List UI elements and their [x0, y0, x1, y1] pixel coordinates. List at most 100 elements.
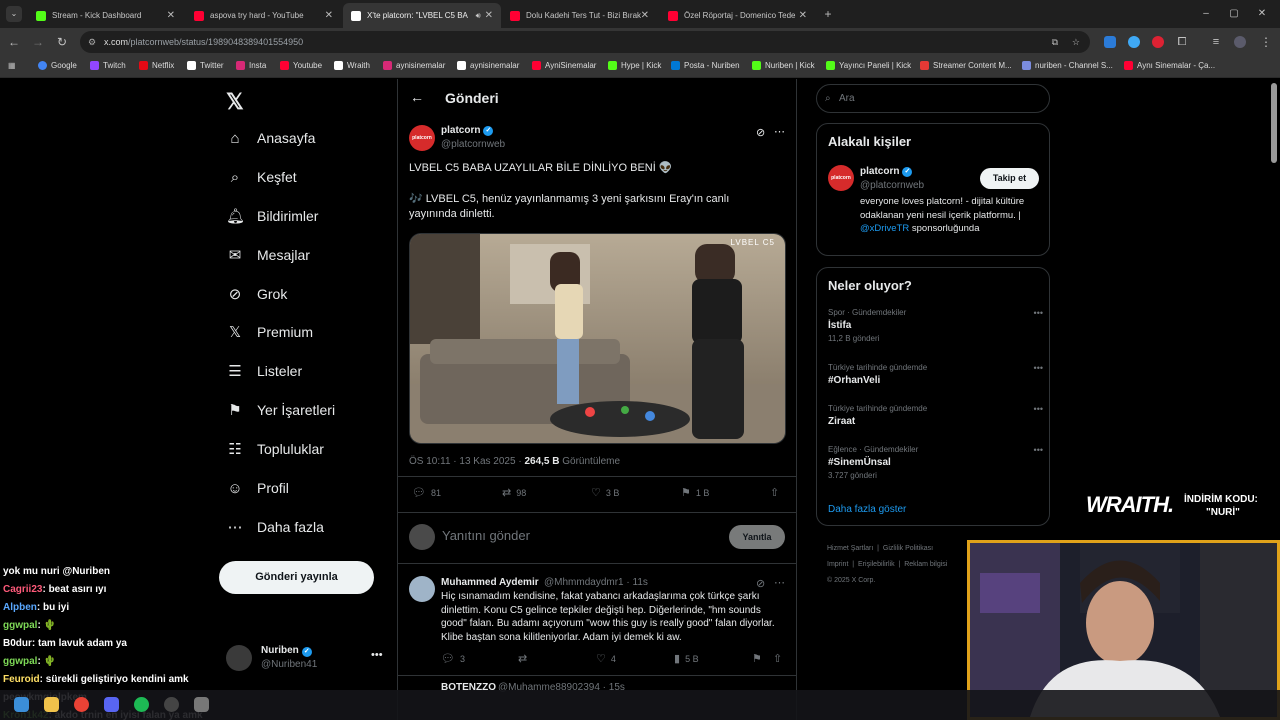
bookmark[interactable]: Twitter	[187, 61, 224, 70]
apps-grid-icon[interactable]: ▦	[8, 61, 16, 70]
extension-icon[interactable]	[1152, 36, 1164, 48]
views-action[interactable]: ▮ 5 B	[674, 652, 699, 665]
bookmark[interactable]: Aynı Sinemalar - Ça...	[1124, 61, 1215, 70]
trend-item[interactable]: Eğlence · Gündemdekiler #SinemÜnsal 3.72…	[828, 445, 1043, 480]
tab-search-button[interactable]: ⌄	[6, 6, 22, 22]
file-explorer-icon[interactable]	[44, 697, 59, 712]
browser-tab[interactable]: Özel Röportaj - Domenico Tede ✕	[660, 3, 815, 28]
bookmark[interactable]: Streamer Content M...	[920, 61, 1012, 70]
nav-item-9[interactable]: ☺ Profil	[226, 474, 289, 502]
repost-action[interactable]: ⇄	[518, 652, 532, 665]
share-action[interactable]: ⇧	[770, 486, 784, 499]
spotify-icon[interactable]	[134, 697, 149, 712]
bookmark[interactable]: Google	[38, 61, 77, 70]
app-icon[interactable]	[194, 697, 209, 712]
person-handle[interactable]: @platcornweb	[860, 180, 924, 191]
footer-link[interactable]: Reklam bilgisi	[904, 561, 947, 568]
extension-icon[interactable]	[1104, 36, 1116, 48]
nav-item-0[interactable]: ⌂ Anasayfa	[226, 124, 315, 152]
bookmark[interactable]: Yayıncı Paneli | Kick	[826, 61, 911, 70]
nav-item-6[interactable]: ☰ Listeler	[226, 357, 302, 385]
bookmark[interactable]: aynisinemalar	[383, 61, 445, 70]
nav-item-2[interactable]: 🔔︎ Bildirimler	[226, 202, 318, 230]
like-action[interactable]: ♡ 3 B	[591, 486, 619, 499]
more-icon[interactable]: •••	[1034, 363, 1043, 373]
trend-item[interactable]: Spor · Gündemdekiler İstifa 11,2 B gönde…	[828, 308, 1043, 343]
more-icon[interactable]: •••	[1034, 404, 1043, 414]
footer-link[interactable]: Erişilebilirlik	[858, 561, 895, 568]
bookmark[interactable]: Nuriben | Kick	[752, 61, 815, 70]
post-video[interactable]: LVBEL C5	[409, 233, 786, 444]
reply-action[interactable]: 💬︎ 3	[441, 652, 465, 665]
chrome-icon[interactable]	[74, 697, 89, 712]
browser-tab[interactable]: Dolu Kadehi Ters Tut - Bizi Bıraki ✕	[502, 3, 657, 28]
follow-button[interactable]: Takip et	[980, 168, 1039, 189]
more-icon[interactable]: ⋯	[774, 576, 785, 589]
more-icon[interactable]: •••	[1034, 308, 1043, 318]
reply-author-avatar[interactable]	[409, 576, 435, 602]
scrollbar-thumb[interactable]	[1271, 83, 1277, 163]
bookmark[interactable]: Hype | Kick	[608, 61, 661, 70]
share-action[interactable]: ⇧	[773, 652, 787, 665]
bookmark[interactable]: aynisinemalar	[457, 61, 519, 70]
reply-author-handle[interactable]: @Mhmmdaydmr1 · 11s	[544, 577, 648, 588]
minimize-icon[interactable]: –	[1198, 6, 1214, 22]
author-avatar[interactable]: platcorn	[409, 125, 435, 151]
grok-icon[interactable]: ⊘	[756, 126, 765, 139]
close-tab-icon[interactable]: ✕	[485, 10, 493, 21]
more-icon[interactable]: ⋯	[774, 125, 785, 138]
chrome-menu-icon[interactable]: ⋮	[1258, 34, 1274, 50]
person-avatar[interactable]: platcorn	[828, 165, 854, 191]
author-handle[interactable]: @platcornweb	[441, 139, 505, 150]
like-action[interactable]: ♡ 4	[596, 652, 616, 665]
bookmark[interactable]: AyniSinemalar	[532, 61, 596, 70]
forward-icon[interactable]: →	[30, 34, 46, 50]
browser-tab-active[interactable]: X'te platcorn: "LVBEL C5 BA 🔊︎ ✕	[343, 3, 501, 28]
start-icon[interactable]	[14, 697, 29, 712]
extension-icon[interactable]	[1128, 36, 1140, 48]
install-app-icon[interactable]: ⧉	[1052, 31, 1058, 53]
close-tab-icon[interactable]: ✕	[167, 10, 175, 21]
bookmark[interactable]: Twitch	[90, 61, 126, 70]
show-more-link[interactable]: Daha fazla göster	[828, 504, 906, 515]
nav-item-4[interactable]: ⊘ Grok	[226, 280, 288, 308]
discord-icon[interactable]	[104, 697, 119, 712]
close-window-icon[interactable]: ✕	[1254, 6, 1270, 22]
close-tab-icon[interactable]: ✕	[641, 10, 649, 21]
extensions-puzzle-icon[interactable]: ⧠	[1174, 34, 1190, 50]
nav-item-7[interactable]: ⚑ Yer İşaretleri	[226, 396, 335, 424]
trend-item[interactable]: Türkiye tarihinde gündemde Ziraat •••	[828, 404, 1043, 427]
new-tab-button[interactable]: +	[820, 6, 836, 22]
grok-icon[interactable]: ⊘	[756, 577, 765, 590]
reply-button[interactable]: Yanıtla	[729, 525, 785, 549]
reply-action[interactable]: 💬︎ 81	[412, 486, 441, 499]
reload-icon[interactable]: ↻	[54, 34, 70, 50]
close-tab-icon[interactable]: ✕	[799, 10, 807, 21]
x-logo-icon[interactable]: 𝕏	[226, 89, 244, 115]
person-name[interactable]: platcorn ✓	[860, 166, 913, 177]
close-tab-icon[interactable]: ✕	[325, 10, 333, 21]
trend-item[interactable]: Türkiye tarihinde gündemde #OrhanVeli ••…	[828, 363, 1043, 386]
bookmark-action[interactable]: ⚑	[752, 652, 767, 665]
bookmark[interactable]: Youtube	[280, 61, 322, 70]
search-input[interactable]: ⌕ Ara	[816, 84, 1050, 113]
footer-link[interactable]: Gizlilik Politikası	[883, 545, 933, 552]
obs-icon[interactable]	[164, 697, 179, 712]
media-controls-icon[interactable]: ≡	[1208, 34, 1224, 50]
bookmark-action[interactable]: ⚑ 1 B	[681, 486, 709, 499]
bookmark[interactable]: Netflix	[139, 61, 174, 70]
bookmark[interactable]: Insta	[236, 61, 266, 70]
bookmark[interactable]: Wraith	[334, 61, 370, 70]
footer-link[interactable]: Hizmet Şartları	[827, 545, 873, 552]
audio-playing-icon[interactable]: 🔊︎	[476, 11, 481, 21]
bookmark-star-icon[interactable]: ☆	[1072, 31, 1080, 53]
maximize-icon[interactable]: ▢	[1226, 6, 1242, 22]
nav-item-5[interactable]: 𝕏 Premium	[226, 318, 313, 346]
profile-avatar[interactable]	[1234, 36, 1246, 48]
reply-input[interactable]: Yanıtını gönder	[442, 528, 530, 543]
bookmark[interactable]: nuriben - Channel S...	[1022, 61, 1113, 70]
repost-action[interactable]: ⇄ 98	[502, 486, 526, 499]
nav-item-10[interactable]: ⋯ Daha fazla	[226, 513, 324, 541]
back-icon[interactable]: ←	[6, 34, 22, 50]
address-bar[interactable]: ⚙ x.com/platcornweb/status/1989048389401…	[80, 31, 1090, 53]
